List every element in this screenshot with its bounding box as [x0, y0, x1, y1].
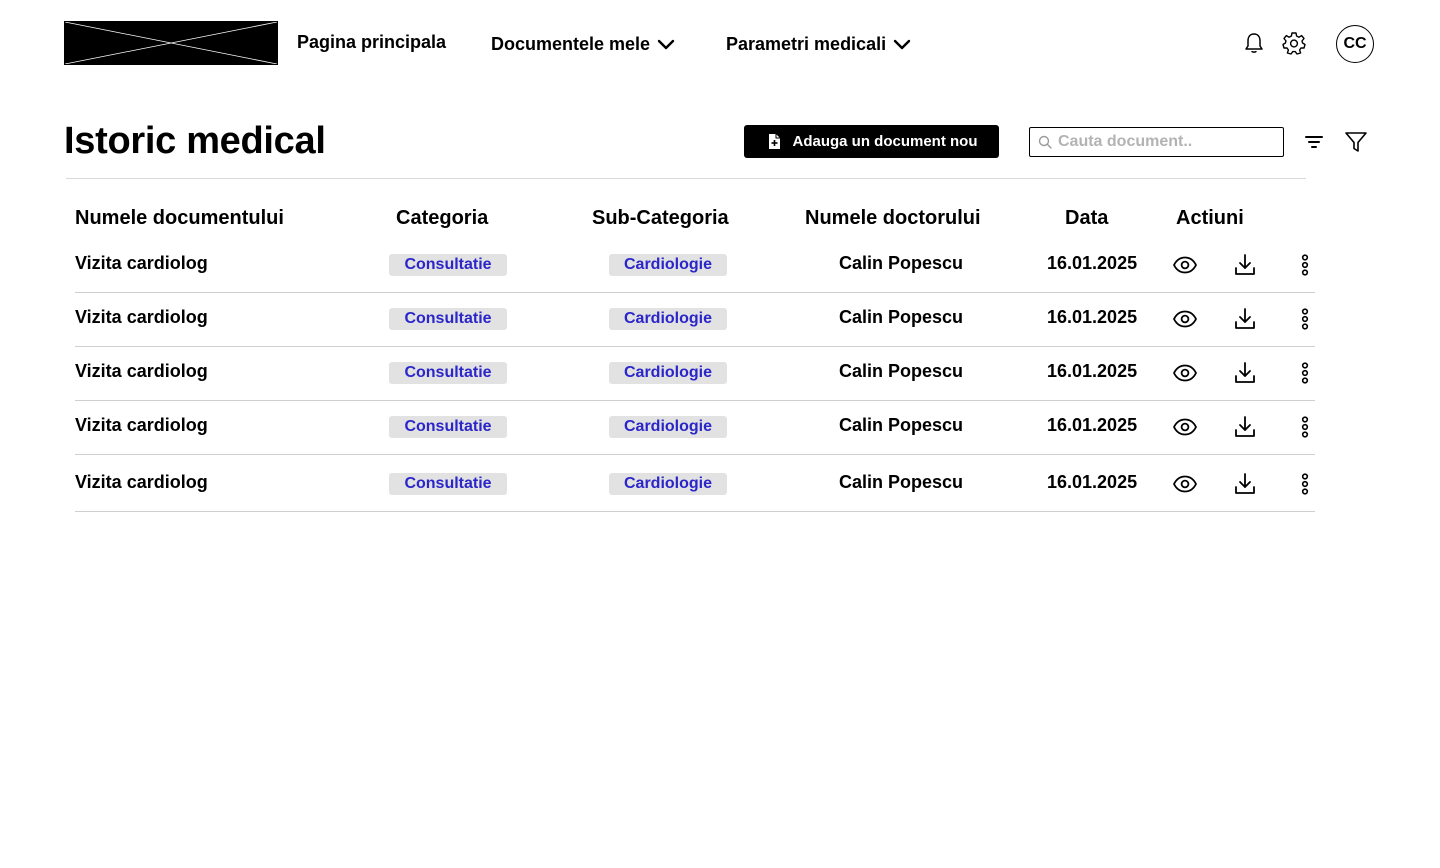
subcategory-badge: Cardiologie — [609, 473, 727, 495]
logo-image — [65, 22, 277, 64]
document-name: Vizita cardiolog — [75, 415, 208, 435]
sort-icon[interactable] — [1302, 130, 1326, 154]
download-icon[interactable] — [1232, 360, 1258, 386]
column-header-date: Data — [1065, 207, 1109, 229]
title-divider — [66, 178, 1306, 179]
logo-placeholder[interactable] — [64, 21, 278, 65]
nav-parameters-label: Parametri medicali — [726, 34, 887, 54]
category-badge: Consultatie — [389, 308, 507, 330]
subcategory-badge: Cardiologie — [609, 362, 727, 384]
eye-icon[interactable] — [1172, 414, 1198, 440]
column-header-subcategory: Sub-Categoria — [592, 207, 729, 229]
nav-home-link[interactable]: Pagina principala — [297, 32, 446, 53]
subcategory-badge: Cardiologie — [609, 308, 727, 330]
download-icon[interactable] — [1232, 471, 1258, 497]
eye-icon[interactable] — [1172, 252, 1198, 278]
nav-home-label: Pagina principala — [297, 32, 447, 52]
eye-icon[interactable] — [1172, 306, 1198, 332]
document-date: 16.01.2025 — [1047, 472, 1138, 492]
subcategory-badge: Cardiologie — [609, 416, 727, 438]
document-name: Vizita cardiolog — [75, 253, 208, 273]
search-input[interactable] — [1058, 133, 1268, 151]
chevron-down-icon — [657, 39, 675, 49]
bell-icon[interactable] — [1241, 30, 1267, 56]
page-title: Istoric medical — [64, 120, 326, 162]
add-document-button[interactable]: Adauga un document nou — [744, 125, 999, 158]
gear-icon[interactable] — [1281, 30, 1307, 56]
document-name: Vizita cardiolog — [75, 472, 208, 492]
document-date: 16.01.2025 — [1047, 253, 1138, 273]
category-badge: Consultatie — [389, 473, 507, 495]
search-icon — [1038, 135, 1052, 149]
document-name: Vizita cardiolog — [75, 361, 208, 381]
avatar-initials: CC — [1343, 35, 1367, 52]
doctor-name: Calin Popescu — [839, 472, 964, 492]
subcategory-badge: Cardiologie — [609, 254, 727, 276]
column-header-name: Numele documentului — [75, 207, 284, 229]
chevron-down-icon — [893, 39, 911, 49]
column-header-doctor: Numele doctorului — [805, 207, 981, 229]
download-icon[interactable] — [1232, 252, 1258, 278]
column-header-category: Categoria — [396, 207, 489, 229]
table-row[interactable]: Vizita cardiolog Consultatie Cardiologie… — [75, 293, 1315, 347]
more-vertical-icon[interactable] — [1292, 414, 1318, 440]
doctor-name: Calin Popescu — [839, 253, 964, 273]
doctor-name: Calin Popescu — [839, 307, 964, 327]
more-vertical-icon[interactable] — [1292, 471, 1318, 497]
filter-icon[interactable] — [1343, 129, 1369, 155]
document-date: 16.01.2025 — [1047, 415, 1138, 435]
download-icon[interactable] — [1232, 414, 1258, 440]
nav-parameters-dropdown[interactable]: Parametri medicali — [726, 34, 912, 55]
download-icon[interactable] — [1232, 306, 1258, 332]
category-badge: Consultatie — [389, 254, 507, 276]
more-vertical-icon[interactable] — [1292, 360, 1318, 386]
category-badge: Consultatie — [389, 416, 507, 438]
eye-icon[interactable] — [1172, 360, 1198, 386]
user-avatar[interactable]: CC — [1336, 25, 1374, 63]
category-badge: Consultatie — [389, 362, 507, 384]
table-row[interactable]: Vizita cardiolog Consultatie Cardiologie… — [75, 347, 1315, 401]
file-plus-icon — [768, 134, 780, 149]
more-vertical-icon[interactable] — [1292, 252, 1318, 278]
table-row[interactable]: Vizita cardiolog Consultatie Cardiologie… — [75, 239, 1315, 293]
document-date: 16.01.2025 — [1047, 361, 1138, 381]
document-name: Vizita cardiolog — [75, 307, 208, 327]
doctor-name: Calin Popescu — [839, 415, 964, 435]
column-header-actions: Actiuni — [1176, 207, 1244, 229]
search-box[interactable] — [1029, 127, 1284, 157]
doctor-name: Calin Popescu — [839, 361, 964, 381]
nav-documents-label: Documentele mele — [491, 34, 651, 54]
table-row[interactable]: Vizita cardiolog Consultatie Cardiologie… — [75, 455, 1315, 512]
table-row[interactable]: Vizita cardiolog Consultatie Cardiologie… — [75, 401, 1315, 455]
document-date: 16.01.2025 — [1047, 307, 1138, 327]
nav-documents-dropdown[interactable]: Documentele mele — [491, 34, 676, 55]
add-document-label: Adauga un document nou — [792, 133, 978, 150]
eye-icon[interactable] — [1172, 471, 1198, 497]
more-vertical-icon[interactable] — [1292, 306, 1318, 332]
